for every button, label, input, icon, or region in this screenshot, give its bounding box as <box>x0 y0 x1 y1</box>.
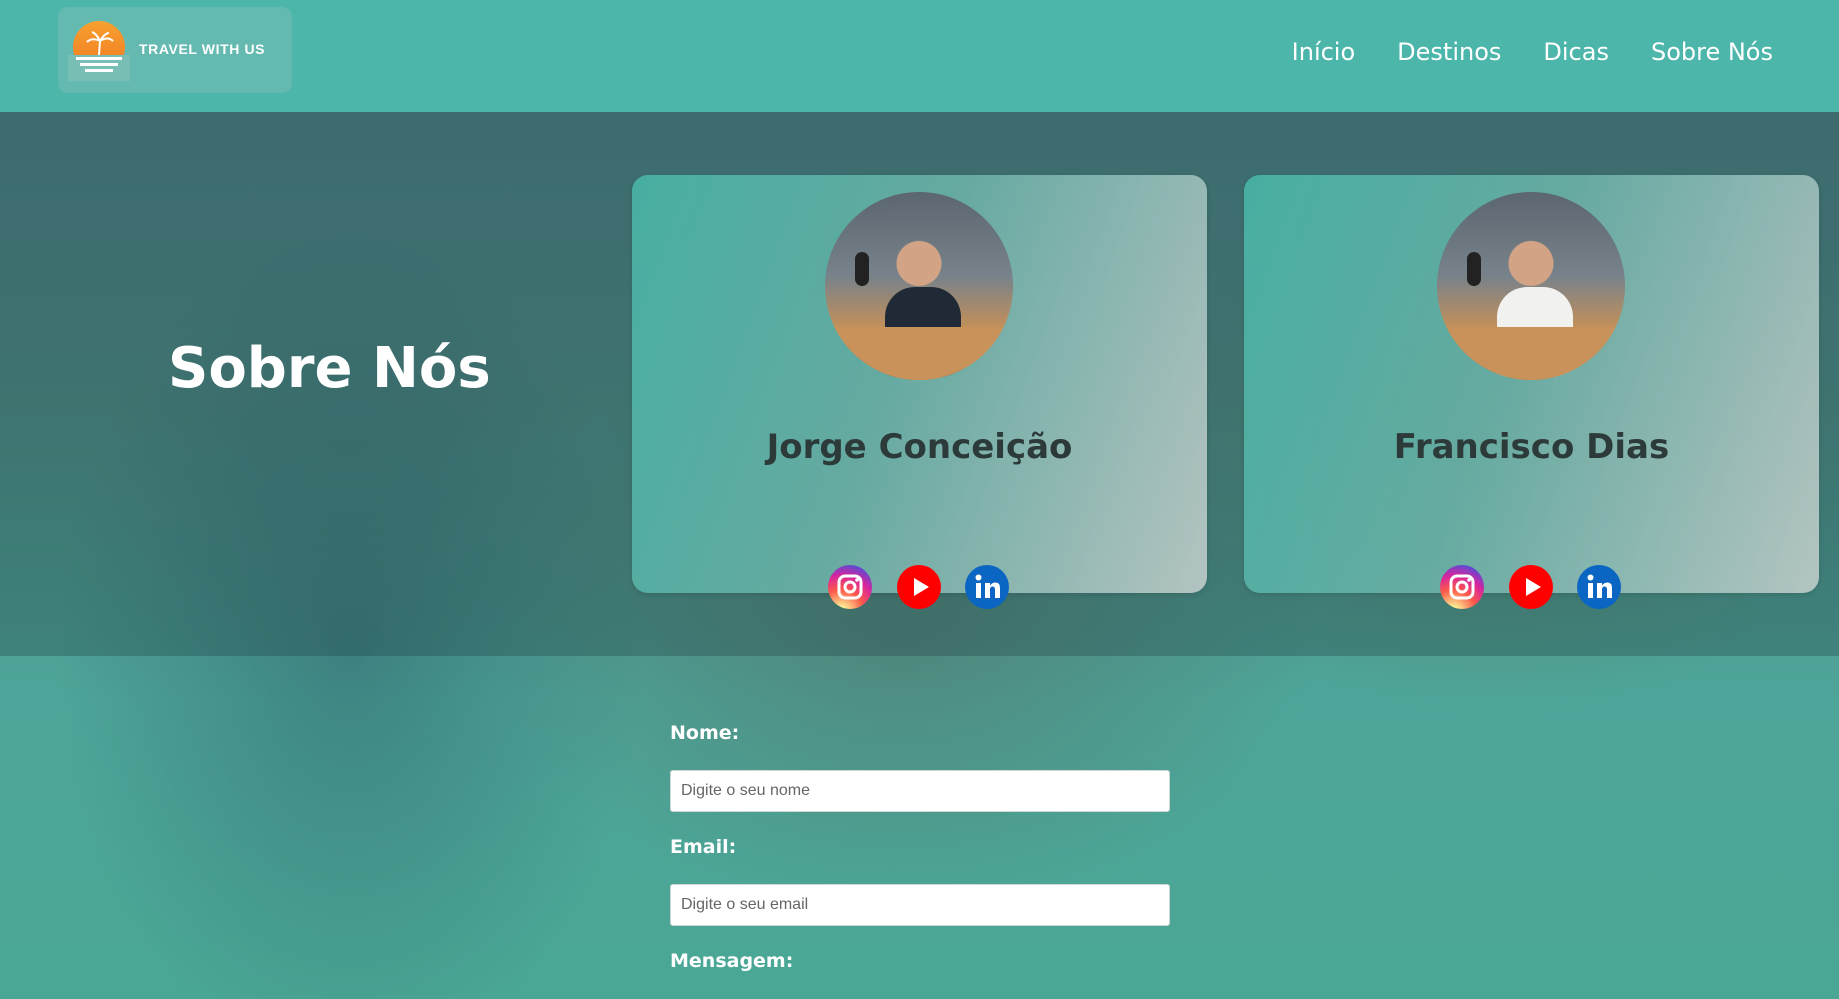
youtube-icon[interactable] <box>1509 565 1553 609</box>
about-section: Sobre Nós Jorge Conceição Francisco Dias <box>0 112 1839 656</box>
logo[interactable]: TRAVEL WITH US <box>58 7 292 93</box>
linkedin-icon[interactable] <box>965 565 1009 609</box>
email-field[interactable] <box>670 884 1170 926</box>
member-name: Jorge Conceição <box>766 427 1073 467</box>
nav-destinos[interactable]: Destinos <box>1397 38 1501 66</box>
page-title: Sobre Nós <box>168 336 491 401</box>
nav-inicio[interactable]: Início <box>1292 38 1356 66</box>
name-label: Nome: <box>670 722 740 744</box>
youtube-icon[interactable] <box>897 565 941 609</box>
linkedin-icon[interactable] <box>1577 565 1621 609</box>
instagram-icon[interactable] <box>1440 565 1484 609</box>
microphone-icon <box>855 252 869 286</box>
member-card: Francisco Dias <box>1244 175 1819 609</box>
avatar <box>825 192 1013 380</box>
avatar <box>1437 192 1625 380</box>
message-label: Mensagem: <box>670 950 794 972</box>
email-label: Email: <box>670 836 737 858</box>
nav-sobre-nos[interactable]: Sobre Nós <box>1651 38 1773 66</box>
avatar-desk <box>825 327 1013 380</box>
sunset-palm-icon <box>68 21 130 81</box>
nav-dicas[interactable]: Dicas <box>1543 38 1609 66</box>
member-name: Francisco Dias <box>1393 427 1670 467</box>
logo-text: TRAVEL WITH US <box>139 41 266 57</box>
site-header: TRAVEL WITH US Início Destinos Dicas Sob… <box>0 0 1839 112</box>
instagram-icon[interactable] <box>828 565 872 609</box>
microphone-icon <box>1467 252 1481 286</box>
main-nav: Início Destinos Dicas Sobre Nós <box>1292 38 1773 66</box>
member-card: Jorge Conceição <box>632 175 1207 609</box>
avatar-desk <box>1437 327 1625 380</box>
name-field[interactable] <box>670 770 1170 812</box>
